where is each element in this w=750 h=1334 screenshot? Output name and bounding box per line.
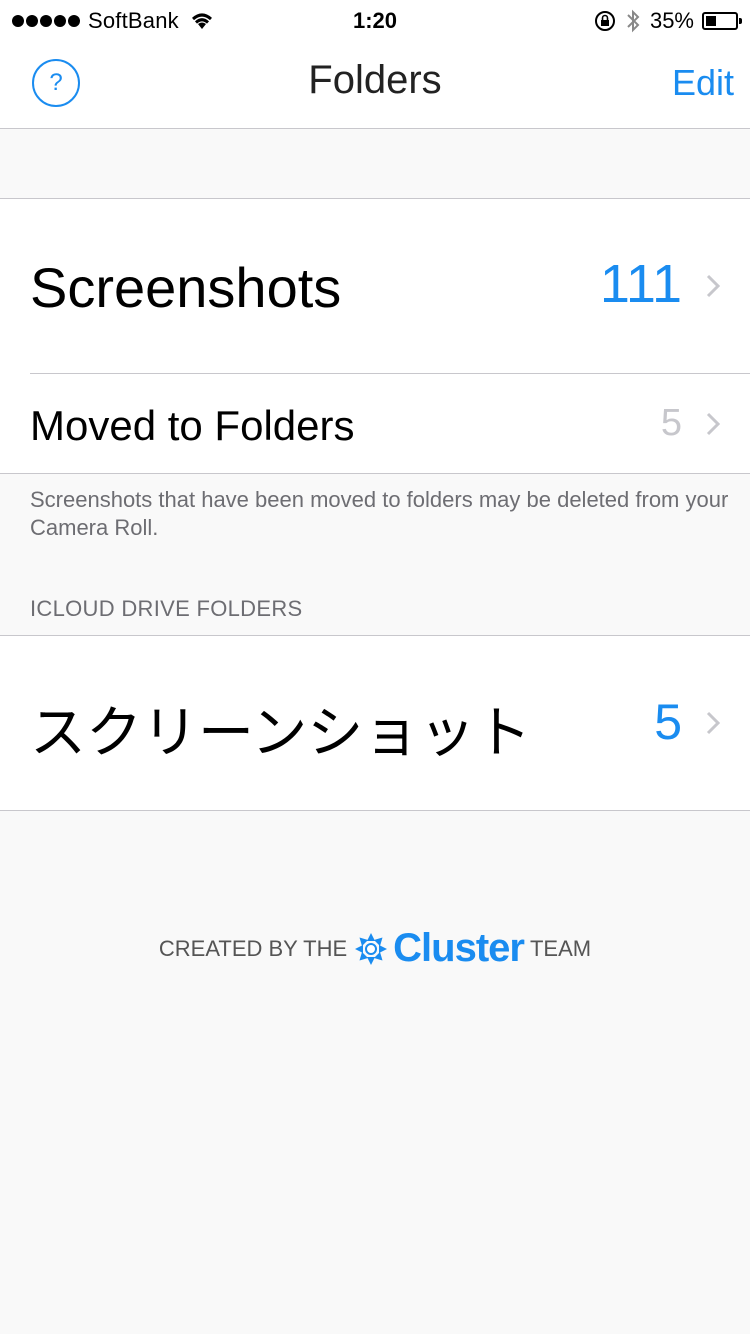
status-right: 35% [594,8,742,34]
credit-prefix: CREATED BY THE [158,935,348,961]
battery-percent: 35% [649,8,694,33]
credit-suffix: TEAM [529,935,592,961]
folder-label: スクリーンショット [30,701,532,766]
folder-count: 111 [599,254,682,314]
chevron-right-icon [706,412,720,436]
battery-icon [702,12,742,30]
cluster-logo-icon [355,932,388,965]
folder-row-screenshots[interactable]: Screenshots 111 [0,199,750,373]
edit-button[interactable]: Edit [672,62,734,104]
folder-label: Screenshots [30,256,342,319]
folder-row-icloud-screenshots[interactable]: スクリーンショット 5 [0,636,750,810]
rotation-lock-icon [594,11,615,31]
folder-count: 5 [654,694,682,750]
brand-name: Cluster [393,926,525,970]
folder-row-moved[interactable]: Moved to Folders 5 [0,374,750,473]
page-title: Folders [308,58,442,102]
credit-line: CREATED BY THE Cluster TEAM [0,926,750,971]
chevron-right-icon [706,711,720,735]
folder-label: Moved to Folders [30,402,355,449]
status-bar: SoftBank 1:20 35% [0,0,750,40]
folders-group: Screenshots 111 Moved to Folders 5 [0,198,750,474]
icloud-folders-group: スクリーンショット 5 [0,635,750,811]
chevron-right-icon [706,274,720,298]
navigation-bar: ? Folders Edit [0,40,750,129]
footnote-text: Screenshots that have been moved to fold… [30,487,729,540]
folder-count: 5 [660,402,682,444]
bluetooth-icon [627,9,640,33]
section-header-icloud: ICLOUD DRIVE FOLDERS [30,596,303,621]
